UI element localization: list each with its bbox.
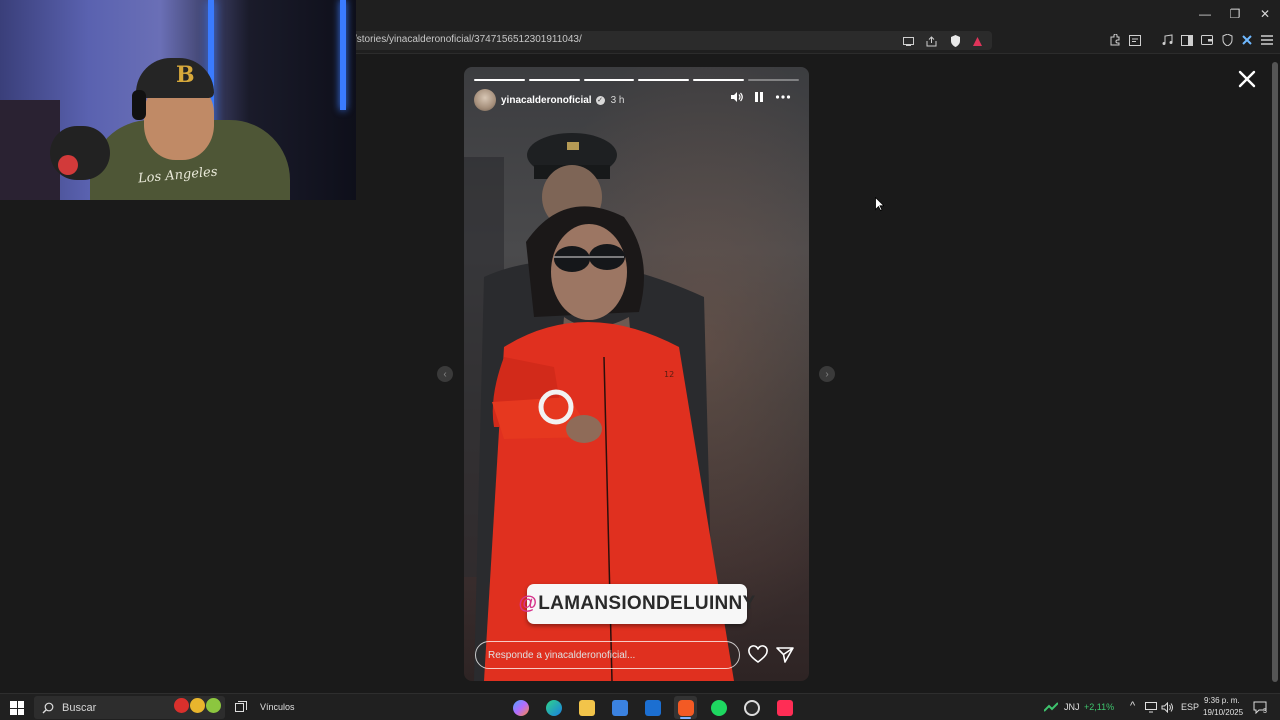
mic-logo [58, 155, 78, 175]
streamer-cap [136, 58, 214, 98]
folder-icon [578, 699, 595, 716]
speaker-volume-icon[interactable] [1161, 702, 1174, 713]
copilot-icon [512, 699, 529, 716]
story-controls [730, 91, 791, 103]
minimize-button[interactable]: — [1190, 0, 1220, 28]
reply-input[interactable]: Responde a yinacalderonoficial... [475, 641, 740, 669]
obs-icon [743, 699, 760, 716]
menu-icon[interactable] [1259, 32, 1275, 48]
progress-segment [528, 79, 580, 81]
input-language[interactable]: ESP [1181, 702, 1199, 712]
wallet-icon[interactable] [1199, 32, 1215, 48]
progress-segment [748, 79, 799, 81]
more-options-icon[interactable] [775, 91, 791, 103]
search-icon [42, 702, 54, 713]
like-heart-icon[interactable] [748, 645, 768, 665]
lemon-icon [190, 698, 205, 713]
story-username[interactable]: yinacalderonoficial [501, 95, 592, 106]
notification-count-badge: 3 [1263, 708, 1267, 715]
progress-fill [693, 79, 745, 81]
restore-button[interactable]: ❐ [1220, 0, 1250, 28]
story-progress-bar [474, 79, 799, 81]
network-icon[interactable] [1145, 702, 1157, 713]
outlook-app[interactable] [641, 696, 664, 719]
stock-change: +2,11% [1084, 702, 1115, 712]
sidebar-icon[interactable] [1179, 32, 1195, 48]
progress-segment [693, 79, 745, 81]
brave-rewards-icon[interactable] [969, 33, 985, 49]
tiktok-app[interactable] [773, 696, 796, 719]
pause-icon[interactable] [753, 91, 765, 103]
stock-ticker[interactable]: JNJ [1064, 702, 1080, 712]
url-text: /stories/yinacalderonoficial/37471565123… [354, 34, 582, 45]
previous-story-button[interactable]: ‹ [437, 366, 453, 382]
scrollbar-thumb[interactable] [1272, 62, 1278, 682]
extensions-icon[interactable] [1107, 32, 1123, 48]
next-story-button[interactable]: › [819, 366, 835, 382]
search-highlight-fruits [174, 698, 221, 713]
copilot-app[interactable] [509, 696, 532, 719]
led-light [340, 0, 346, 110]
brave-app[interactable] [674, 696, 697, 719]
close-window-button[interactable]: ✕ [1250, 0, 1280, 28]
progress-segment [474, 79, 525, 81]
apple-icon [174, 698, 189, 713]
progress-fill [638, 79, 690, 81]
clock-date[interactable]: 19/10/2025 [1203, 708, 1243, 717]
pinned-apps [509, 696, 796, 719]
windows-start-icon[interactable] [10, 701, 24, 715]
store-icon [611, 699, 628, 716]
edge-icon [545, 699, 562, 716]
cast-icon[interactable] [900, 33, 916, 49]
spotify-app[interactable] [707, 696, 730, 719]
reply-placeholder: Responde a yinacalderonoficial... [488, 649, 636, 661]
close-story-icon[interactable] [1234, 66, 1260, 92]
edge-app[interactable] [542, 696, 565, 719]
mention-sticker[interactable]: @ LAMANSIONDELUINNY [518, 584, 755, 624]
svg-text:12: 12 [664, 370, 674, 379]
windows-taskbar: Buscar Vínculos JNJ +2,11% ^ ESP 9:36 p.… [0, 693, 1280, 720]
progress-fill [474, 79, 525, 81]
page-scrollbar[interactable] [1270, 54, 1280, 693]
green-apple-icon [206, 698, 221, 713]
stock-trend-icon [1044, 702, 1058, 712]
links-toolbar[interactable]: Vínculos [260, 702, 295, 712]
media-control-icon[interactable] [1159, 32, 1175, 48]
search-label: Buscar [62, 701, 97, 714]
progress-segment [638, 79, 690, 81]
show-hidden-icons-chevron-up-icon[interactable]: ^ [1130, 700, 1135, 712]
store-app[interactable] [608, 696, 631, 719]
story-header: yinacalderonoficial ✓ 3 h [474, 89, 799, 111]
mention-at-symbol: @ [518, 593, 538, 614]
microphone [50, 126, 110, 180]
spotify-icon [710, 699, 727, 716]
progress-fill [583, 79, 635, 81]
file-explorer-app[interactable] [575, 696, 598, 719]
tiktok-icon [776, 699, 793, 716]
progress-segment [583, 79, 635, 81]
verified-badge-icon: ✓ [595, 95, 605, 105]
reader-mode-icon[interactable] [1127, 32, 1143, 48]
leo-ai-icon[interactable] [1239, 32, 1255, 48]
mouse-cursor-icon [875, 197, 884, 211]
progress-fill [528, 79, 580, 81]
mention-sticker-text: LAMANSIONDELUINNY [538, 593, 756, 614]
brave-shield-icon[interactable] [947, 33, 963, 49]
outlook-icon [644, 699, 661, 716]
clock-time[interactable]: 9:36 p. m. [1204, 696, 1240, 705]
cap-logo: B [176, 62, 195, 88]
share-icon[interactable] [923, 33, 939, 49]
send-direct-icon[interactable] [775, 645, 795, 665]
story-timestamp: 3 h [610, 94, 625, 106]
vpn-shield-icon[interactable] [1219, 32, 1235, 48]
story-viewer[interactable]: 12 yinacalderonoficial ✓ 3 h @ LAMANSION… [464, 67, 809, 681]
address-bar[interactable]: /stories/yinacalderonoficial/37471565123… [340, 31, 992, 50]
avatar[interactable] [474, 89, 496, 111]
task-view-icon[interactable] [235, 701, 247, 713]
brave-icon [677, 699, 694, 716]
obs-app[interactable] [740, 696, 763, 719]
webcam-overlay: Los Angeles B [0, 0, 356, 200]
headset [132, 90, 146, 120]
volume-icon[interactable] [730, 91, 743, 103]
